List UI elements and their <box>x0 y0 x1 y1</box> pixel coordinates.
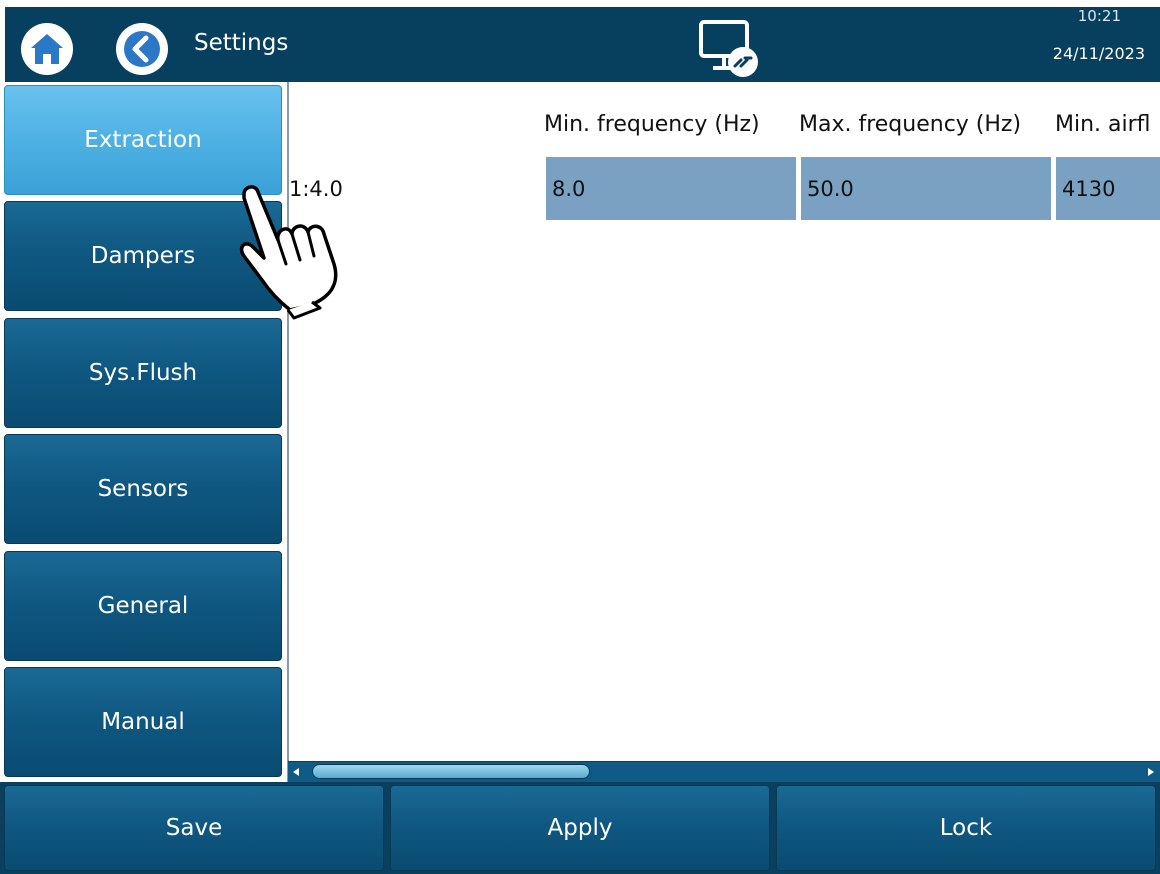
cell-value: 8.0 <box>552 177 586 201</box>
save-label: Save <box>165 815 223 841</box>
clock-date: 24/11/2023 <box>1052 44 1145 63</box>
nav-label: Extraction <box>84 127 202 153</box>
nav-sensors-button[interactable]: Sensors <box>4 434 282 544</box>
column-header: Min. frequency (Hz) <box>544 112 760 137</box>
min-frequency-cell[interactable]: 8.0 <box>546 157 796 220</box>
nav-sys-flush-button[interactable]: Sys.Flush <box>4 318 282 428</box>
footer-bar: Save Apply Lock <box>0 782 1160 874</box>
cell-value: 4130 <box>1062 177 1116 201</box>
nav-extraction-button[interactable]: Extraction <box>4 85 282 195</box>
nav-label: Manual <box>101 709 185 735</box>
clock-time: 10:21 <box>1077 7 1121 25</box>
nav-general-button[interactable]: General <box>4 551 282 661</box>
nav-manual-button[interactable]: Manual <box>4 667 282 777</box>
scroll-right-icon[interactable] <box>1148 768 1154 776</box>
scroll-left-icon[interactable] <box>293 768 299 776</box>
cell-value: 50.0 <box>807 177 854 201</box>
back-button[interactable] <box>116 23 168 75</box>
nav-label: Dampers <box>90 243 196 269</box>
column-header: Min. airfl <box>1055 112 1151 137</box>
column-header: Max. frequency (Hz) <box>799 112 1022 137</box>
min-airflow-cell[interactable]: 4130 <box>1056 157 1160 220</box>
nav-label: Sensors <box>97 476 189 502</box>
home-button[interactable] <box>21 23 73 75</box>
remote-desktop-icon[interactable] <box>697 20 767 80</box>
apply-button[interactable]: Apply <box>390 785 770 871</box>
max-frequency-cell[interactable]: 50.0 <box>801 157 1051 220</box>
home-icon <box>31 34 63 64</box>
horizontal-scrollbar[interactable] <box>288 761 1160 782</box>
lock-label: Lock <box>939 815 993 841</box>
save-button[interactable]: Save <box>4 785 384 871</box>
page-title: Settings <box>194 30 289 56</box>
lock-button[interactable]: Lock <box>776 785 1156 871</box>
app-window: Settings 10:21 24/11/2023 Extraction Dam… <box>0 0 1160 874</box>
nav-label: General <box>97 593 189 619</box>
chevron-left-icon <box>124 31 160 67</box>
scroll-thumb[interactable] <box>312 764 590 779</box>
apply-label: Apply <box>547 815 613 841</box>
top-bar: Settings 10:21 24/11/2023 <box>5 7 1160 82</box>
hand-pointer-icon <box>239 185 338 320</box>
settings-table: Min. frequency (Hz) Max. frequency (Hz) … <box>287 82 1160 782</box>
nav-label: Sys.Flush <box>88 360 198 386</box>
